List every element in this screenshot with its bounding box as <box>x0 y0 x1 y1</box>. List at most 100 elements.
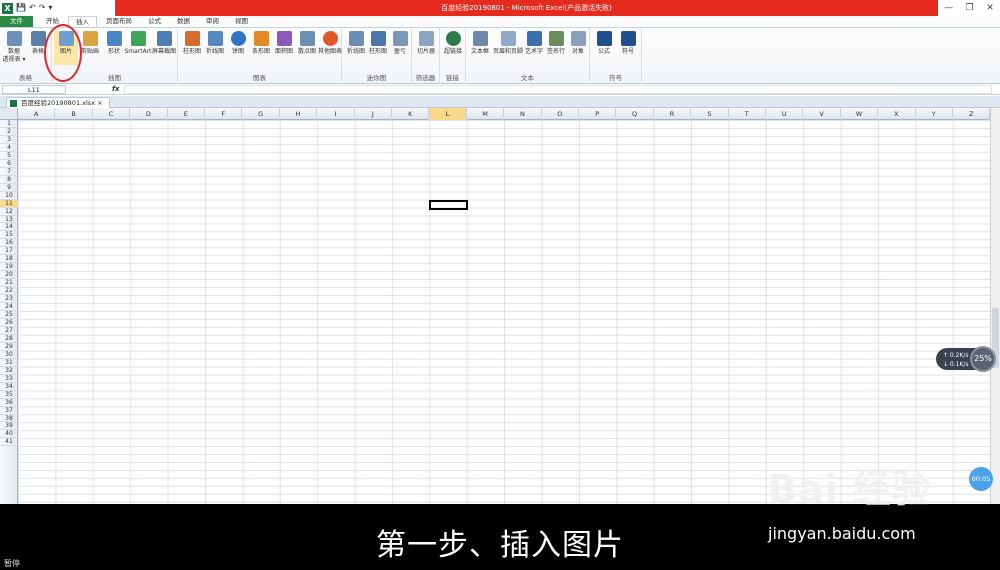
row-header[interactable]: 16 <box>0 239 18 248</box>
row-header[interactable]: 11 <box>0 199 18 208</box>
wordart-button[interactable]: 艺术字 <box>522 31 546 56</box>
tab-file[interactable]: 文件 <box>0 16 33 27</box>
row-header[interactable]: 7 <box>0 168 18 176</box>
row-header[interactable]: 20 <box>0 271 18 280</box>
row-header[interactable]: 6 <box>0 160 18 168</box>
restore-button[interactable]: ❐ <box>966 3 974 13</box>
insert-function-icon[interactable]: fx <box>112 85 120 93</box>
row-header[interactable]: 22 <box>0 287 18 296</box>
row-header[interactable]: 37 <box>0 407 18 415</box>
column-header[interactable]: J <box>355 108 392 120</box>
scatter-chart-button[interactable]: 散点图 <box>295 31 319 56</box>
row-header[interactable]: 12 <box>0 208 18 216</box>
formula-input[interactable] <box>124 85 992 94</box>
row-header[interactable]: 40 <box>0 430 18 439</box>
shapes-button[interactable]: 形状 <box>102 31 126 56</box>
row-header[interactable]: 27 <box>0 327 18 335</box>
column-header[interactable]: Q <box>616 108 654 120</box>
area-chart-button[interactable]: 面积图 <box>272 31 296 56</box>
column-header[interactable]: R <box>654 108 692 120</box>
recording-timer[interactable]: 00:05 <box>969 467 993 491</box>
workbook-tab[interactable]: 百度经验20190801.xlsx × <box>6 97 110 108</box>
pivot-table-button[interactable]: 数据 透视表 ▾ <box>2 31 26 64</box>
tab-data[interactable]: 数据 <box>170 16 197 27</box>
row-header[interactable]: 29 <box>0 343 18 351</box>
smartart-button[interactable]: SmartArt <box>124 31 152 56</box>
network-monitor-widget[interactable]: ↑ 0.2K/s ↓ 0.1K/s 25% <box>936 346 996 372</box>
sparkline-winloss-button[interactable]: 盈亏 <box>388 31 412 56</box>
column-header[interactable]: W <box>841 108 879 120</box>
row-header[interactable]: 4 <box>0 144 18 152</box>
pause-label[interactable]: 暂停 <box>4 558 20 569</box>
equation-button[interactable]: 公式 <box>592 31 616 56</box>
row-header[interactable]: 1 <box>0 120 18 128</box>
row-header[interactable]: 17 <box>0 247 18 256</box>
column-header[interactable]: I <box>317 108 355 120</box>
hyperlink-button[interactable]: 超链接 <box>441 31 465 56</box>
slicer-button[interactable]: 切片器 <box>414 31 438 56</box>
row-header[interactable]: 25 <box>0 311 18 319</box>
column-header[interactable]: C <box>93 108 131 120</box>
row-header[interactable]: 39 <box>0 422 18 431</box>
column-header[interactable]: N <box>504 108 542 120</box>
customize-qat-icon[interactable]: ▾ <box>48 3 52 13</box>
row-header[interactable]: 8 <box>0 176 18 184</box>
tab-page-layout[interactable]: 页面布局 <box>99 16 139 27</box>
row-header[interactable]: 2 <box>0 128 18 136</box>
row-header[interactable]: 34 <box>0 383 18 391</box>
name-box[interactable]: L11 <box>2 84 66 94</box>
row-header[interactable]: 14 <box>0 223 18 232</box>
column-chart-button[interactable]: 柱形图 <box>180 31 204 56</box>
row-header[interactable]: 33 <box>0 375 18 383</box>
screenshot-button[interactable]: 屏幕截图 <box>152 31 176 56</box>
symbol-button[interactable]: 符号 <box>616 31 640 56</box>
row-header[interactable]: 13 <box>0 216 18 224</box>
object-button[interactable]: 对象 <box>566 31 590 56</box>
tab-formulas[interactable]: 公式 <box>141 16 168 27</box>
row-header[interactable]: 30 <box>0 351 18 359</box>
undo-icon[interactable]: ↶ <box>29 3 36 13</box>
column-header[interactable]: Z <box>953 108 990 120</box>
text-box-button[interactable]: 文本框 <box>468 31 492 56</box>
row-header[interactable]: 19 <box>0 263 18 272</box>
minimize-button[interactable]: — <box>944 3 953 13</box>
bar-chart-button[interactable]: 条形图 <box>249 31 273 56</box>
column-header[interactable]: Y <box>916 108 953 120</box>
row-header[interactable]: 36 <box>0 399 18 407</box>
sparkline-column-button[interactable]: 柱形图 <box>366 31 390 56</box>
tab-insert[interactable]: 插入 <box>68 16 97 27</box>
column-header[interactable]: S <box>691 108 729 120</box>
other-charts-button[interactable]: 其他图表 <box>318 31 342 56</box>
active-cell[interactable] <box>429 199 468 210</box>
row-header[interactable]: 32 <box>0 367 18 375</box>
save-icon[interactable]: 💾 <box>16 3 26 13</box>
pie-chart-button[interactable]: 饼图 <box>226 31 250 56</box>
row-header[interactable]: 15 <box>0 231 18 240</box>
row-header[interactable]: 18 <box>0 255 18 264</box>
column-header[interactable]: X <box>878 108 916 120</box>
vertical-scrollbar[interactable] <box>990 108 1000 504</box>
row-header[interactable]: 38 <box>0 415 18 423</box>
row-header[interactable]: 24 <box>0 303 18 312</box>
row-header[interactable]: 41 <box>0 438 18 447</box>
column-header[interactable]: D <box>130 108 168 120</box>
column-header[interactable]: H <box>280 108 318 120</box>
sparkline-line-button[interactable]: 折线图 <box>344 31 368 56</box>
column-header[interactable]: K <box>392 108 430 120</box>
row-header[interactable]: 5 <box>0 152 18 160</box>
row-header[interactable]: 31 <box>0 359 18 367</box>
signature-line-button[interactable]: 签名行 <box>544 31 568 56</box>
line-chart-button[interactable]: 折线图 <box>203 31 227 56</box>
row-header[interactable]: 21 <box>0 279 18 288</box>
tab-review[interactable]: 审阅 <box>199 16 226 27</box>
column-header[interactable]: M <box>467 108 505 120</box>
column-header[interactable]: O <box>542 108 579 120</box>
column-header[interactable]: P <box>579 108 617 120</box>
row-header[interactable]: 3 <box>0 136 18 144</box>
column-header[interactable]: G <box>242 108 280 120</box>
column-header[interactable]: E <box>168 108 205 120</box>
column-header[interactable]: F <box>205 108 243 120</box>
column-header[interactable]: V <box>803 108 841 120</box>
row-header[interactable]: 23 <box>0 295 18 304</box>
row-header[interactable]: 9 <box>0 184 18 192</box>
